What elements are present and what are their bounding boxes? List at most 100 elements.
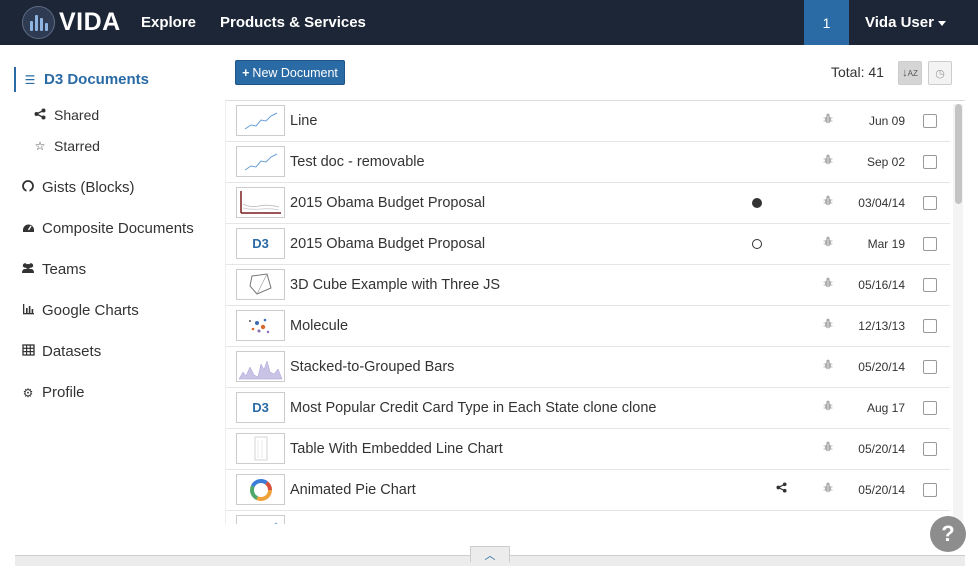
document-row[interactable]: Stacked-to-Grouped Bars 05/20/14 (226, 347, 950, 388)
document-title[interactable]: 3D Cube Example with Three JS (290, 277, 500, 293)
sidebar-item-starred[interactable]: ☆ Starred (32, 138, 100, 154)
list-icon: ☰ (24, 72, 36, 87)
document-list: Line Jun 09 Test doc - removable Sep 02 2015… (225, 100, 965, 524)
table-icon (20, 344, 36, 359)
select-checkbox[interactable] (923, 442, 937, 456)
document-title[interactable]: Most Popular Credit Card Type in Each St… (290, 400, 656, 416)
select-checkbox[interactable] (923, 278, 937, 292)
document-thumbnail[interactable] (236, 187, 285, 218)
document-thumbnail[interactable]: D3 (236, 392, 285, 423)
nav-explore[interactable]: Explore (141, 14, 196, 31)
gear-icon: ⚙ (22, 385, 34, 400)
d3-thumbnail-label: D3 (252, 236, 269, 251)
document-date: Sep 02 (866, 155, 905, 169)
sidebar-item-gists[interactable]: Gists (Blocks) (20, 179, 135, 196)
select-checkbox[interactable] (923, 483, 937, 497)
document-row[interactable]: Table With Embedded Line Chart 05/20/14 (226, 429, 950, 470)
top-navbar: VIDA Explore Products & Services 1 Vida … (0, 0, 978, 45)
sidebar-item-label: Shared (54, 107, 100, 123)
sidebar-item-shared[interactable]: Shared (32, 107, 99, 123)
user-menu[interactable]: Vida User (865, 14, 946, 31)
users-icon (20, 262, 36, 277)
select-checkbox[interactable] (923, 114, 937, 128)
sidebar-item-teams[interactable]: Teams (20, 261, 86, 278)
sidebar-item-composite-documents[interactable]: Composite Documents (20, 220, 194, 237)
select-checkbox[interactable] (923, 360, 937, 374)
sidebar-item-d3-documents[interactable]: ☰ D3 Documents (22, 71, 149, 88)
sidebar-item-google-charts[interactable]: Google Charts (20, 302, 139, 319)
sidebar-item-label: Starred (54, 138, 100, 154)
document-row[interactable]: Test doc - removable Sep 02 (226, 142, 950, 183)
document-title[interactable]: Line (290, 113, 317, 129)
document-title[interactable]: 2015 Obama Budget Proposal (290, 236, 485, 252)
document-date: 03/04/14 (858, 196, 905, 210)
document-title[interactable]: Test doc - removable (290, 154, 425, 170)
sidebar-item-datasets[interactable]: Datasets (20, 343, 101, 360)
sidebar-item-label: Datasets (42, 343, 102, 360)
document-row[interactable]: D3 2015 Obama Budget Proposal Mar 19 (226, 224, 950, 265)
document-row[interactable]: Molecule 12/13/13 (226, 306, 950, 347)
document-thumbnail[interactable] (236, 515, 285, 524)
sidebar-item-label: D3 Documents (44, 71, 150, 88)
bar-chart-icon (20, 303, 36, 318)
sidebar: ☰ D3 Documents Shared ☆ Starred Gists (B… (0, 45, 215, 545)
expand-panel-toggle[interactable]: ︿ (470, 546, 510, 562)
new-document-label: New Document (252, 65, 338, 80)
document-row[interactable] (226, 511, 950, 524)
document-date: Aug 17 (866, 401, 905, 415)
user-name: Vida User (865, 14, 934, 31)
document-date: 05/20/14 (858, 483, 905, 497)
clock-icon: ◷ (935, 67, 945, 80)
document-thumbnail[interactable] (236, 433, 285, 464)
document-date: 05/20/14 (858, 442, 905, 456)
document-thumbnail[interactable] (236, 474, 285, 505)
help-button[interactable]: ? (930, 516, 966, 552)
sort-alpha-button[interactable]: ↓AZ (898, 61, 922, 85)
sidebar-item-label: Gists (Blocks) (42, 179, 135, 196)
nav-products-services[interactable]: Products & Services (220, 14, 366, 31)
sidebar-item-label: Teams (42, 261, 87, 278)
star-outline-icon: ☆ (34, 139, 46, 153)
github-icon (20, 180, 36, 195)
document-thumbnail[interactable]: D3 (236, 228, 285, 259)
document-date: Jun 09 (868, 114, 905, 128)
new-document-button[interactable]: + New Document (235, 60, 345, 85)
document-row[interactable]: D3 Most Popular Credit Card Type in Each … (226, 388, 950, 429)
document-date: 05/16/14 (858, 278, 905, 292)
sidebar-item-label: Profile (42, 384, 85, 401)
caret-down-icon (937, 20, 946, 26)
chevron-up-icon: ︿ (484, 549, 496, 562)
status-dot-filled-icon (752, 198, 762, 208)
select-checkbox[interactable] (923, 196, 937, 210)
select-checkbox[interactable] (923, 155, 937, 169)
notification-badge[interactable]: 1 (804, 0, 849, 45)
document-title[interactable]: Stacked-to-Grouped Bars (290, 359, 454, 375)
sort-time-button[interactable]: ◷ (928, 61, 952, 85)
sidebar-item-label: Composite Documents (42, 220, 194, 237)
document-title[interactable]: Table With Embedded Line Chart (290, 441, 503, 457)
document-title[interactable]: Molecule (290, 318, 348, 334)
sidebar-item-profile[interactable]: ⚙ Profile (20, 384, 85, 401)
document-row[interactable]: 3D Cube Example with Three JS 05/16/14 (226, 265, 950, 306)
brand-logo[interactable]: VIDA (22, 6, 121, 39)
document-thumbnail[interactable] (236, 310, 285, 341)
document-title[interactable]: Animated Pie Chart (290, 482, 416, 498)
document-thumbnail[interactable] (236, 269, 285, 300)
document-thumbnail[interactable] (236, 351, 285, 382)
select-checkbox[interactable] (923, 319, 937, 333)
total-count: Total: 41 (831, 64, 884, 80)
select-checkbox[interactable] (923, 401, 937, 415)
document-row[interactable]: 2015 Obama Budget Proposal 03/04/14 (226, 183, 950, 224)
document-title[interactable]: 2015 Obama Budget Proposal (290, 195, 485, 211)
document-thumbnail[interactable] (236, 105, 285, 136)
document-row[interactable]: Animated Pie Chart 05/20/14 (226, 470, 950, 511)
document-thumbnail[interactable] (236, 146, 285, 177)
select-checkbox[interactable] (923, 237, 937, 251)
document-date: 05/20/14 (858, 360, 905, 374)
brand-name: VIDA (59, 8, 121, 36)
document-row[interactable]: Line Jun 09 (226, 101, 950, 142)
active-indicator (14, 67, 16, 92)
d3-thumbnail-label: D3 (252, 400, 269, 415)
document-date: 12/13/13 (858, 319, 905, 333)
scrollbar-thumb[interactable] (955, 104, 962, 204)
